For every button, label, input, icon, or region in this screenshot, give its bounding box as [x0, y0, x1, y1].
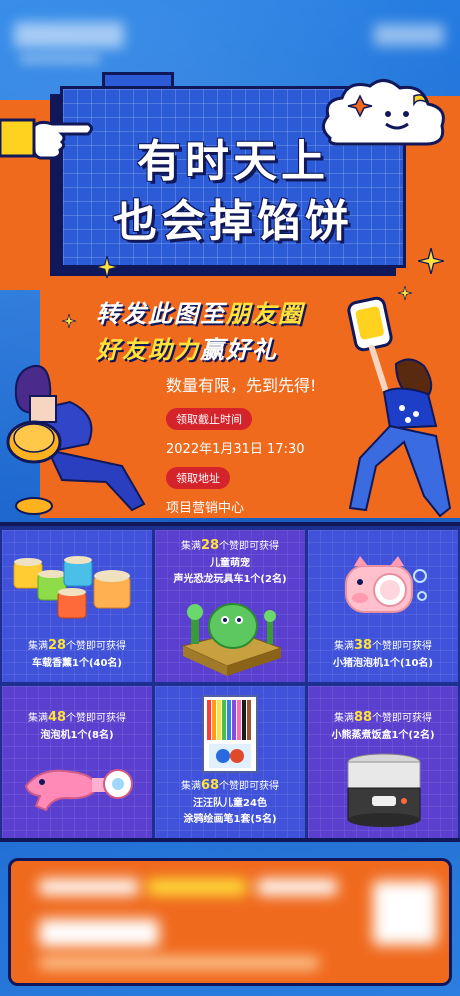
prize-condition: 集满28个赞即可获得 — [27, 638, 127, 653]
like-count: 28 — [47, 638, 67, 653]
address-label-pill: 领取地址 — [166, 467, 230, 489]
prize-name-line-1: 儿童萌宠 — [210, 558, 250, 569]
dolphin-bubble-gun-image — [24, 769, 133, 812]
dinosaur-toy-car-image — [181, 603, 283, 676]
smiling-cloud-icon — [322, 79, 445, 146]
blurred-text — [39, 879, 139, 895]
prize-condition: 集满68个赞即可获得 — [180, 778, 280, 793]
limited-notice: 数量有限，先到先得! — [166, 376, 317, 395]
like-count: 48 — [47, 710, 67, 725]
sparkle-icon — [62, 314, 76, 328]
prize-name-line-2: 涂鸦绘画笔1套(5名) — [183, 814, 277, 825]
event-info: 数量有限，先到先得! 领取截止时间 2022年1月31日 17:30 领取地址 … — [166, 372, 316, 526]
prize-card: 集满68个赞即可获得 汪汪队儿童24色 涂鸦绘画笔1套(5名) — [155, 686, 305, 838]
blurred-text — [147, 879, 247, 895]
prize-name: 泡泡机1个(8名) — [40, 730, 114, 741]
prize-condition: 集满38个赞即可获得 — [333, 638, 433, 653]
slogan-text: 转发此图至 — [96, 300, 226, 328]
slogan-text: 赢好礼 — [200, 336, 278, 364]
like-count: 68 — [200, 778, 220, 793]
blurred-brand-mark — [374, 24, 444, 46]
blurred-address — [39, 957, 319, 969]
prize-condition: 集满88个赞即可获得 — [333, 710, 433, 725]
prize-condition: 集满28个赞即可获得 — [180, 538, 280, 553]
blurred-logo-subtext — [20, 54, 100, 64]
prize-name-line-2: 声光恐龙玩具车1个(2名) — [173, 574, 287, 585]
slogan-line-1: 转发此图至朋友圈 — [96, 294, 304, 329]
woman-with-phone-illustration — [347, 296, 452, 518]
car-aromatherapy-jars-image — [13, 556, 131, 619]
deadline-value: 2022年1月31日 17:30 — [166, 442, 305, 457]
slogan-highlight: 朋友圈 — [226, 300, 304, 328]
like-count: 88 — [353, 710, 373, 725]
prize-condition: 集满48个赞即可获得 — [27, 710, 127, 725]
blurred-qr-code — [373, 881, 437, 945]
bear-lunch-cooker-image — [347, 753, 421, 827]
blurred-phone — [39, 919, 159, 947]
prize-name-line-1: 汪汪队儿童24色 — [193, 798, 267, 809]
like-count: 38 — [353, 638, 373, 653]
address-value: 项目营销中心 — [166, 501, 245, 516]
deadline-label-pill: 领取截止时间 — [166, 408, 252, 430]
woman-with-coin-illustration — [6, 364, 146, 515]
project-info-card — [8, 858, 452, 986]
prize-card: 集满48个赞即可获得 泡泡机1个(8名) — [2, 686, 152, 838]
blurred-logo — [14, 22, 124, 48]
blurred-text — [257, 879, 337, 895]
pointing-hand-icon — [0, 118, 93, 160]
prize-name: 车载香薰1个(40名) — [31, 658, 122, 669]
title-line-2: 也会掉馅饼 — [113, 196, 353, 247]
prize-card: 集满28个赞即可获得 车载香薰1个(40名) — [2, 530, 152, 682]
prize-grid: 集满28个赞即可获得 车载香薰1个(40名) 集满28个赞即可获得 儿童萌宠 声… — [0, 522, 460, 842]
sparkle-icon — [96, 256, 118, 278]
prize-card: 集满38个赞即可获得 小猪泡泡机1个(10名) — [308, 530, 458, 682]
prize-name: 小熊蒸煮饭盒1个(2名) — [331, 730, 435, 741]
like-count: 28 — [200, 538, 220, 553]
prize-card: 集满28个赞即可获得 儿童萌宠 声光恐龙玩具车1个(2名) — [155, 530, 305, 682]
sparkle-icon — [418, 248, 444, 274]
pig-bubble-machine-image — [345, 556, 427, 613]
paw-patrol-markers-image — [202, 695, 258, 773]
prize-card: 集满88个赞即可获得 小熊蒸煮饭盒1个(2名) — [308, 686, 458, 838]
prize-name: 小猪泡泡机1个(10名) — [332, 658, 433, 669]
slogan-highlight: 助力 — [148, 336, 200, 364]
